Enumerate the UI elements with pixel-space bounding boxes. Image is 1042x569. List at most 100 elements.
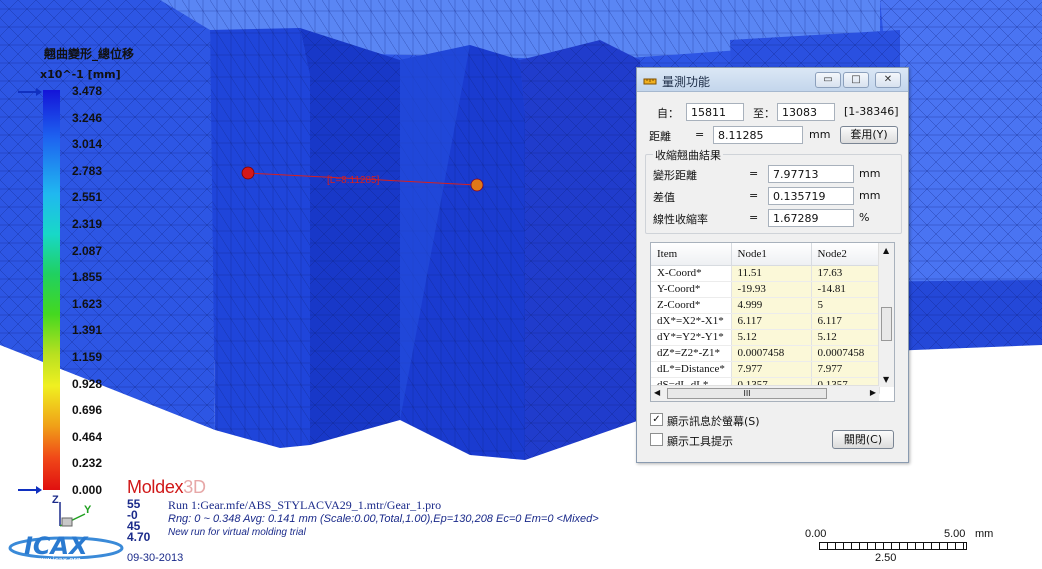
- legend-tick: 2.087: [72, 243, 103, 258]
- hscroll-thumb[interactable]: III: [667, 388, 827, 399]
- table-cell: 17.63: [811, 265, 880, 282]
- show-tooltip-checkbox[interactable]: [650, 433, 663, 446]
- y-axis-label: Y: [84, 504, 92, 516]
- result-equals: =: [749, 211, 759, 224]
- scale-mid: 2.50: [875, 552, 897, 564]
- moldex-logo: Moldex3D: [127, 477, 206, 497]
- node-table[interactable]: Item Node1 Node2 X-Coord* 11.51 17.63 Y-Coo…: [650, 242, 895, 402]
- header-item[interactable]: Item: [651, 243, 732, 266]
- legend-tick: 1.855: [72, 270, 103, 285]
- table-row[interactable]: dZ*=Z2*-Z1* 0.0007458 0.0007458: [651, 345, 880, 362]
- run-number: 4.70: [127, 530, 151, 544]
- table-cell: dZ*=Z2*-Z1*: [651, 345, 732, 362]
- table-cell: 11.51: [731, 265, 812, 282]
- axis-triad: Z Y: [50, 494, 100, 534]
- run-info-line: Run 1:Gear.mfe/ABS_STYLACVA29_1.mtr/Gear…: [168, 498, 442, 512]
- table-hscrollbar[interactable]: ◀ III ▶: [651, 385, 879, 401]
- to-label: 至：: [753, 107, 775, 120]
- distance-equals: =: [695, 128, 705, 141]
- table-cell: 5: [811, 297, 880, 314]
- result-label: 線性收縮率: [653, 213, 708, 226]
- legend-tick: 0.928: [72, 376, 103, 391]
- result-value-field[interactable]: 0.135719: [768, 187, 854, 205]
- results-group-title: 收縮翹曲結果: [653, 147, 723, 163]
- scroll-left-icon[interactable]: ◀: [654, 388, 660, 397]
- table-cell: dL*=Distance*: [651, 361, 732, 378]
- legend-tick: 0.232: [72, 456, 103, 471]
- node2-marker: [470, 178, 484, 192]
- vscroll-thumb[interactable]: [881, 307, 892, 341]
- header-node2[interactable]: Node2: [811, 243, 880, 266]
- legend-tick: 1.159: [72, 350, 103, 364]
- node-table-grid: Item Node1 Node2 X-Coord* 11.51 17.63 Y-Coo…: [651, 243, 880, 394]
- run-numbers: 55 -0 45 4.70: [127, 498, 151, 544]
- table-cell: 6.117: [811, 313, 880, 330]
- z-axis-label: Z: [52, 494, 59, 506]
- legend-tick: 3.478: [72, 84, 103, 98]
- table-row[interactable]: X-Coord* 11.51 17.63: [651, 265, 880, 282]
- scroll-down-icon[interactable]: ▼: [883, 375, 889, 384]
- scale-left: 0.00: [805, 528, 827, 540]
- from-node-field[interactable]: 15811: [686, 103, 744, 121]
- table-vscrollbar[interactable]: ▲ ▼: [878, 243, 894, 387]
- to-node-field[interactable]: 13083: [777, 103, 835, 121]
- result-label: 差值: [653, 191, 675, 204]
- table-header-row: Item Node1 Node2: [651, 243, 880, 266]
- run-date: 09-30-2013: [127, 552, 184, 564]
- table-row[interactable]: Z-Coord* 4.999 5: [651, 297, 880, 314]
- close-button[interactable]: 關閉(C): [832, 430, 894, 449]
- dialog-titlebar[interactable]: 量測功能 ▭ □ ✕: [637, 68, 908, 92]
- scroll-up-icon[interactable]: ▲: [883, 246, 889, 255]
- run-range-line: Rng: 0 ~ 0.348 Avg: 0.141 mm (Scale:0.00…: [168, 513, 599, 525]
- legend-tick: 0.464: [72, 429, 103, 444]
- node-range: [1-38346]: [844, 105, 899, 118]
- colorbar: [43, 90, 60, 490]
- legend-title: 翹曲變形_總位移: [44, 47, 135, 61]
- distance-label: 距離: [649, 130, 671, 143]
- distance-field[interactable]: 8.11285: [713, 126, 803, 144]
- distance-unit: mm: [809, 128, 831, 141]
- legend-tick: 3.246: [72, 110, 103, 125]
- node1-marker: [241, 166, 255, 180]
- table-row[interactable]: Y-Coord* -19.93 -14.81: [651, 281, 880, 298]
- show-info-checkbox[interactable]: ✓: [650, 413, 663, 426]
- table-cell: 0.0007458: [811, 345, 880, 362]
- max-arrow-icon: [18, 88, 42, 96]
- table-row[interactable]: dY*=Y2*-Y1* 5.12 5.12: [651, 329, 880, 346]
- scroll-right-icon[interactable]: ▶: [870, 388, 876, 397]
- show-tooltip-label[interactable]: 顯示工具提示: [667, 433, 733, 449]
- legend-unit: x10^-1 [mm]: [40, 68, 121, 81]
- table-cell: -19.93: [731, 281, 812, 298]
- maximize-button[interactable]: □: [843, 72, 869, 88]
- measure-label: [L=8.11285]: [327, 175, 380, 186]
- scale-unit: mm: [975, 528, 994, 540]
- table-cell: 6.117: [731, 313, 812, 330]
- result-value-field[interactable]: 1.67289: [768, 209, 854, 227]
- apply-button[interactable]: 套用(Y): [840, 126, 898, 144]
- minimize-button[interactable]: ▭: [815, 72, 841, 88]
- table-cell: -14.81: [811, 281, 880, 298]
- table-cell: 5.12: [731, 329, 812, 346]
- table-cell: Z-Coord*: [651, 297, 732, 314]
- result-unit: mm: [859, 189, 881, 202]
- close-window-button[interactable]: ✕: [875, 72, 901, 88]
- scale-bar: 0.00 5.00 mm 2.50: [805, 528, 1005, 564]
- legend-tick: 1.623: [72, 296, 103, 311]
- legend-tick: 2.319: [72, 217, 103, 231]
- table-row[interactable]: dX*=X2*-X1* 6.117 6.117: [651, 313, 880, 330]
- result-value-field[interactable]: 7.97713: [768, 165, 854, 183]
- show-info-label[interactable]: 顯示訊息於螢幕(S): [667, 413, 760, 429]
- watermark-text: www.icax.org: [34, 556, 81, 564]
- from-label: 自：: [657, 107, 679, 120]
- legend-tick: 2.551: [72, 190, 103, 205]
- scale-right: 5.00: [944, 528, 966, 540]
- result-unit: %: [859, 211, 870, 224]
- min-arrow-icon: [18, 486, 42, 494]
- table-row[interactable]: dL*=Distance* 7.977 7.977: [651, 361, 880, 378]
- table-cell: X-Coord*: [651, 265, 732, 282]
- table-cell: dX*=X2*-X1*: [651, 313, 732, 330]
- run-description: New run for virtual molding trial: [168, 527, 306, 538]
- header-node1[interactable]: Node1: [731, 243, 812, 266]
- measure-dialog[interactable]: 量測功能 ▭ □ ✕ 自： 15811 至： 13083 [1-38346] 距…: [636, 67, 909, 463]
- table-cell: 4.999: [731, 297, 812, 314]
